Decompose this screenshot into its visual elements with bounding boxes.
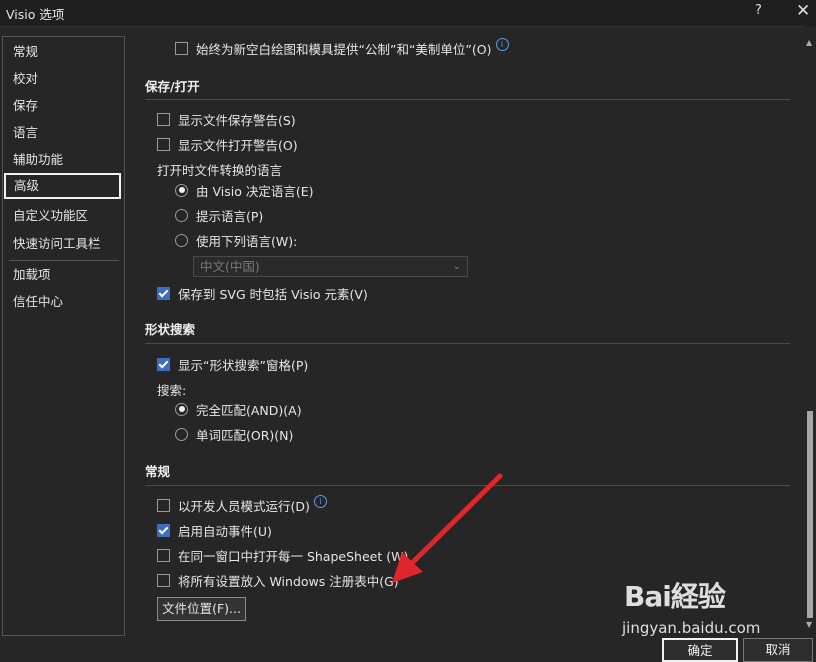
auto-events-option[interactable]: 启用自动事件(U) bbox=[157, 519, 272, 541]
show-shape-search-label: 显示“形状搜索”窗格(P) bbox=[178, 357, 309, 373]
include-svg-label: 保存到 SVG 时包括 Visio 元素(V) bbox=[178, 286, 368, 302]
watermark-url: jingyan.baidu.com bbox=[622, 619, 761, 637]
nav-item-advanced[interactable]: 高级 bbox=[4, 173, 121, 199]
include-svg-checkbox[interactable] bbox=[157, 286, 170, 300]
radio-visio-decides-button[interactable] bbox=[175, 183, 188, 197]
same-window-shapesheet-option[interactable]: 在同一窗口中打开每一 ShapeSheet (W) bbox=[157, 544, 408, 566]
radio-match-any[interactable]: 单词匹配(OR)(N) bbox=[175, 423, 293, 445]
scroll-down-icon[interactable]: ▼ bbox=[806, 620, 812, 629]
radio-match-all-label: 完全匹配(AND)(A) bbox=[196, 402, 302, 418]
section-heading-general: 常规 bbox=[145, 464, 171, 479]
show-save-warning-checkbox[interactable] bbox=[157, 112, 170, 126]
show-save-warning-label: 显示文件保存警告(S) bbox=[178, 112, 296, 128]
language-select[interactable]: 中文(中国) ⌄ bbox=[193, 256, 468, 277]
registry-settings-label: 将所有设置放入 Windows 注册表中(G) bbox=[178, 573, 399, 589]
same-window-shapesheet-checkbox[interactable] bbox=[157, 548, 170, 562]
include-svg-option[interactable]: 保存到 SVG 时包括 Visio 元素(V) bbox=[157, 282, 368, 304]
nav-item-trust-center[interactable]: 信任中心 bbox=[4, 289, 121, 315]
radio-match-all[interactable]: 完全匹配(AND)(A) bbox=[175, 398, 302, 420]
auto-events-label: 启用自动事件(U) bbox=[178, 523, 272, 539]
nav-item-quick-access-toolbar[interactable]: 快速访问工具栏 bbox=[4, 231, 121, 257]
metric-us-units-option[interactable]: 始终为新空白绘图和模具提供“公制”和“美制单位”(O) i bbox=[175, 37, 509, 59]
radio-prompt-language[interactable]: 提示语言(P) bbox=[175, 204, 263, 226]
nav-item-language[interactable]: 语言 bbox=[4, 120, 121, 146]
radio-visio-decides-label: 由 Visio 决定语言(E) bbox=[196, 183, 314, 199]
info-icon: i bbox=[495, 37, 509, 51]
help-button[interactable]: ? bbox=[755, 3, 762, 18]
scrollbar-thumb[interactable] bbox=[807, 411, 813, 618]
language-select-value: 中文(中国) bbox=[200, 259, 260, 274]
nav-item-accessibility[interactable]: 辅助功能 bbox=[4, 147, 121, 173]
show-open-warning-checkbox[interactable] bbox=[157, 137, 170, 151]
watermark-brand: Bai経验 bbox=[624, 580, 726, 613]
show-open-warning-label: 显示文件打开警告(O) bbox=[178, 137, 298, 153]
registry-settings-checkbox[interactable] bbox=[157, 573, 170, 587]
nav-divider bbox=[9, 260, 119, 261]
radio-match-all-button[interactable] bbox=[175, 402, 188, 416]
radio-use-language-button[interactable] bbox=[175, 233, 188, 247]
close-icon[interactable]: ✕ bbox=[796, 1, 810, 21]
same-window-shapesheet-label: 在同一窗口中打开每一 ShapeSheet (W) bbox=[178, 548, 409, 564]
nav-item-add-ins[interactable]: 加载项 bbox=[4, 262, 121, 288]
search-mode-label: 搜索: bbox=[157, 383, 187, 398]
options-content: 始终为新空白绘图和模具提供“公制”和“美制单位”(O) i 保存/打开 显示文件… bbox=[124, 26, 804, 638]
scroll-up-icon[interactable]: ▲ bbox=[806, 38, 812, 47]
nav-item-proofing[interactable]: 校对 bbox=[4, 66, 121, 92]
section-divider bbox=[145, 485, 790, 486]
conversion-language-label: 打开时文件转换的语言 bbox=[157, 163, 283, 178]
section-heading-save-open: 保存/打开 bbox=[145, 79, 200, 94]
info-icon: i bbox=[313, 494, 327, 508]
show-save-warning-option[interactable]: 显示文件保存警告(S) bbox=[157, 108, 296, 130]
section-heading-shape-search: 形状搜索 bbox=[145, 322, 196, 337]
title-bar: Visio 选项 ? ✕ bbox=[0, 0, 816, 27]
nav-item-customize-ribbon[interactable]: 自定义功能区 bbox=[4, 203, 121, 229]
metric-us-units-label: 始终为新空白绘图和模具提供“公制”和“美制单位”(O) bbox=[196, 41, 492, 57]
vertical-scrollbar[interactable]: ▲ ▼ bbox=[804, 26, 816, 638]
cancel-button[interactable]: 取消 bbox=[743, 638, 813, 662]
registry-settings-option[interactable]: 将所有设置放入 Windows 注册表中(G) bbox=[157, 569, 399, 591]
radio-prompt-language-label: 提示语言(P) bbox=[196, 208, 264, 224]
window-title: Visio 选项 bbox=[6, 7, 65, 22]
radio-match-any-button[interactable] bbox=[175, 427, 188, 441]
radio-use-language[interactable]: 使用下列语言(W): bbox=[175, 229, 297, 251]
ok-button[interactable]: 确定 bbox=[662, 638, 738, 662]
radio-prompt-language-button[interactable] bbox=[175, 208, 188, 222]
nav-item-general[interactable]: 常规 bbox=[4, 39, 121, 65]
auto-events-checkbox[interactable] bbox=[157, 523, 170, 537]
baidu-watermark: Bai経验 jingyan.baidu.com bbox=[622, 575, 760, 637]
chevron-down-icon: ⌄ bbox=[452, 261, 461, 272]
radio-match-any-label: 单词匹配(OR)(N) bbox=[196, 427, 294, 443]
radio-use-language-label: 使用下列语言(W): bbox=[196, 233, 298, 249]
radio-visio-decides[interactable]: 由 Visio 决定语言(E) bbox=[175, 179, 313, 201]
developer-mode-option[interactable]: 以开发人员模式运行(D) i bbox=[157, 494, 327, 516]
developer-mode-label: 以开发人员模式运行(D) bbox=[178, 498, 310, 514]
nav-item-save[interactable]: 保存 bbox=[4, 93, 121, 119]
metric-us-units-checkbox[interactable] bbox=[175, 41, 188, 55]
section-divider bbox=[145, 343, 790, 344]
section-divider bbox=[145, 99, 790, 100]
show-shape-search-checkbox[interactable] bbox=[157, 357, 170, 371]
file-locations-button[interactable]: 文件位置(F)... bbox=[157, 597, 246, 621]
developer-mode-checkbox[interactable] bbox=[157, 498, 170, 512]
options-nav: 常规 校对 保存 语言 辅助功能 高级 自定义功能区 快速访问工具栏 加载项 信… bbox=[2, 36, 125, 636]
show-shape-search-option[interactable]: 显示“形状搜索”窗格(P) bbox=[157, 353, 308, 375]
show-open-warning-option[interactable]: 显示文件打开警告(O) bbox=[157, 133, 298, 155]
